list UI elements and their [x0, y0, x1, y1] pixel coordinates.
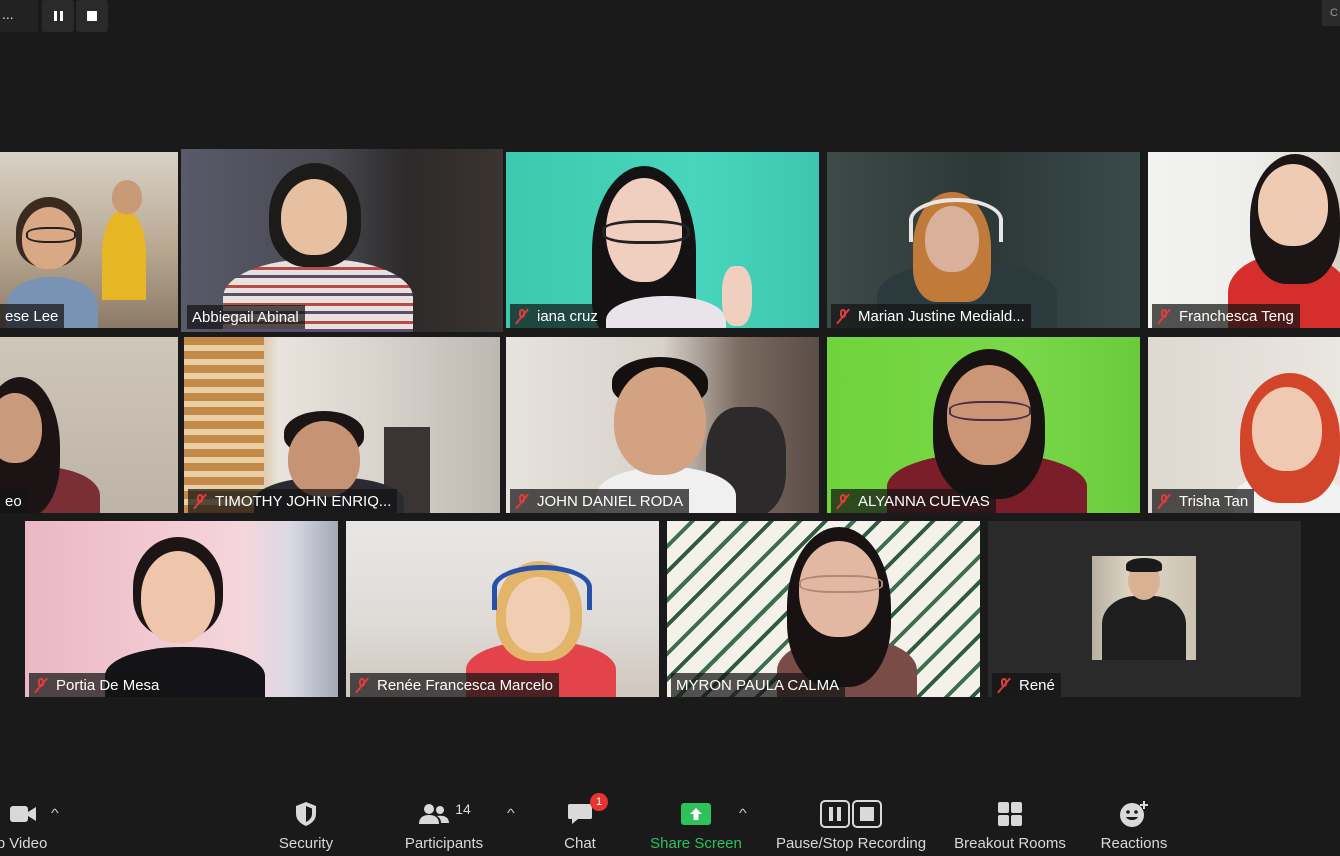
reactions-button[interactable]: Reactions — [1096, 797, 1172, 852]
meeting-toolbar: p Video ^ Security 14 Participants ^ 1 C… — [0, 786, 1340, 856]
people-icon: 14 — [417, 797, 471, 831]
pause-stop-recording-button[interactable]: Pause/Stop Recording — [770, 797, 932, 852]
caret-up-icon[interactable]: ^ — [507, 806, 515, 820]
participant-name: TIMOTHY JOHN ENRIQ... — [215, 492, 392, 510]
participant-name: René — [1019, 676, 1055, 694]
muted-mic-icon — [355, 677, 369, 693]
video-tile[interactable]: ALYANNA CUEVAS — [827, 337, 1140, 513]
participant-name: Trisha Tan — [1179, 492, 1249, 510]
participant-name: Abbiegail Abinal — [192, 308, 299, 326]
participant-name: Renée Francesca Marcelo — [377, 676, 553, 694]
caret-up-icon[interactable]: ^ — [51, 806, 59, 820]
muted-mic-icon — [34, 677, 48, 693]
participant-name-tag: TIMOTHY JOHN ENRIQ... — [188, 489, 398, 513]
participant-video — [576, 166, 776, 328]
participant-video — [777, 527, 917, 697]
chat-bubble-icon: 1 — [566, 793, 608, 831]
participant-name-tag: eo — [0, 489, 28, 513]
muted-mic-icon — [193, 493, 207, 509]
participants-label: Participants — [404, 835, 484, 852]
muted-mic-icon — [997, 677, 1011, 693]
video-tile[interactable]: Marian Justine Mediald... — [827, 152, 1140, 328]
participant-name-tag: iana cruz — [510, 304, 604, 328]
recording-menu[interactable]: ... — [0, 0, 38, 32]
video-tile[interactable]: Portia De Mesa — [25, 521, 338, 697]
breakout-rooms-button[interactable]: Breakout Rooms — [948, 797, 1072, 852]
participant-name-tag: ALYANNA CUEVAS — [831, 489, 996, 513]
participant-name-tag: Abbiegail Abinal — [187, 305, 305, 329]
participant-name-tag: Trisha Tan — [1152, 489, 1255, 513]
participant-name: ese Lee — [5, 307, 59, 325]
muted-mic-icon — [836, 308, 850, 324]
share-screen-icon — [679, 797, 713, 831]
participant-name-tag: Renée Francesca Marcelo — [350, 673, 559, 697]
participant-name: ALYANNA CUEVAS — [858, 492, 990, 510]
participants-button[interactable]: 14 Participants — [398, 797, 490, 852]
chat-button[interactable]: 1 Chat — [560, 793, 608, 852]
video-tile[interactable]: Trisha Tan — [1148, 337, 1340, 513]
participant-name-tag: Portia De Mesa — [29, 673, 166, 697]
stop-video-button[interactable]: p Video — [0, 797, 52, 852]
participant-name: Franchesca Teng — [1179, 307, 1294, 325]
participant-name-tag: Franchesca Teng — [1152, 304, 1300, 328]
window-blinds — [184, 337, 264, 513]
video-tile[interactable]: JOHN DANIEL RODA — [506, 337, 819, 513]
video-tile[interactable]: Renée Francesca Marcelo — [346, 521, 659, 697]
chat-unread-badge: 1 — [590, 793, 608, 811]
participants-count: 14 — [455, 801, 471, 817]
video-tile[interactable]: iana cruz — [506, 152, 819, 328]
caret-up-icon[interactable]: ^ — [739, 806, 747, 820]
video-tile-active-speaker[interactable]: Abbiegail Abinal — [181, 149, 503, 332]
video-tile[interactable]: MYRON PAULA CALMA — [667, 521, 980, 697]
chat-label: Chat — [564, 835, 596, 852]
participant-name-tag: JOHN DANIEL RODA — [510, 489, 690, 513]
reactions-smile-icon — [1118, 797, 1150, 831]
security-button[interactable]: Security — [270, 797, 342, 852]
profile-picture — [1092, 556, 1196, 660]
pause-recording-button[interactable] — [42, 0, 74, 32]
participant-name-tag: MYRON PAULA CALMA — [671, 673, 846, 697]
video-label: p Video — [0, 835, 48, 852]
shield-icon — [293, 797, 319, 831]
participant-name: Marian Justine Mediald... — [858, 307, 1025, 325]
pause-icon — [53, 11, 63, 21]
participant-video — [96, 174, 156, 324]
participant-name-tag: René — [992, 673, 1061, 697]
breakout-grid-icon — [996, 797, 1024, 831]
participant-video — [1228, 154, 1340, 328]
security-label: Security — [278, 835, 334, 852]
participant-name-tag: Marian Justine Mediald... — [831, 304, 1031, 328]
video-tile[interactable]: Franchesca Teng — [1148, 152, 1340, 328]
stop-recording-button[interactable] — [76, 0, 108, 32]
participant-name: Portia De Mesa — [56, 676, 160, 694]
share-screen-label: Share Screen — [650, 835, 742, 852]
video-tile[interactable]: eo — [0, 337, 178, 513]
video-tile[interactable]: ese Lee — [0, 152, 178, 328]
record-pause-stop-icon — [820, 797, 882, 831]
muted-mic-icon — [515, 493, 529, 509]
muted-mic-icon — [1157, 308, 1171, 324]
muted-mic-icon — [515, 308, 529, 324]
view-toggle-button[interactable]: C — [1322, 0, 1340, 26]
muted-mic-icon — [836, 493, 850, 509]
participant-name: MYRON PAULA CALMA — [676, 676, 840, 694]
share-screen-button[interactable]: Share Screen — [646, 797, 746, 852]
reactions-label: Reactions — [1100, 835, 1168, 852]
video-camera-icon — [4, 797, 40, 831]
participant-name-tag: ese Lee — [0, 304, 65, 328]
breakout-rooms-label: Breakout Rooms — [954, 835, 1066, 852]
stop-icon — [87, 11, 97, 21]
participant-name: iana cruz — [537, 307, 598, 325]
muted-mic-icon — [1157, 493, 1171, 509]
video-tile[interactable]: René — [988, 521, 1301, 697]
participant-name: JOHN DANIEL RODA — [537, 492, 684, 510]
video-tile[interactable]: TIMOTHY JOHN ENRIQ... — [184, 337, 500, 513]
participant-name: eo — [5, 492, 22, 510]
recording-label: Pause/Stop Recording — [775, 835, 927, 852]
